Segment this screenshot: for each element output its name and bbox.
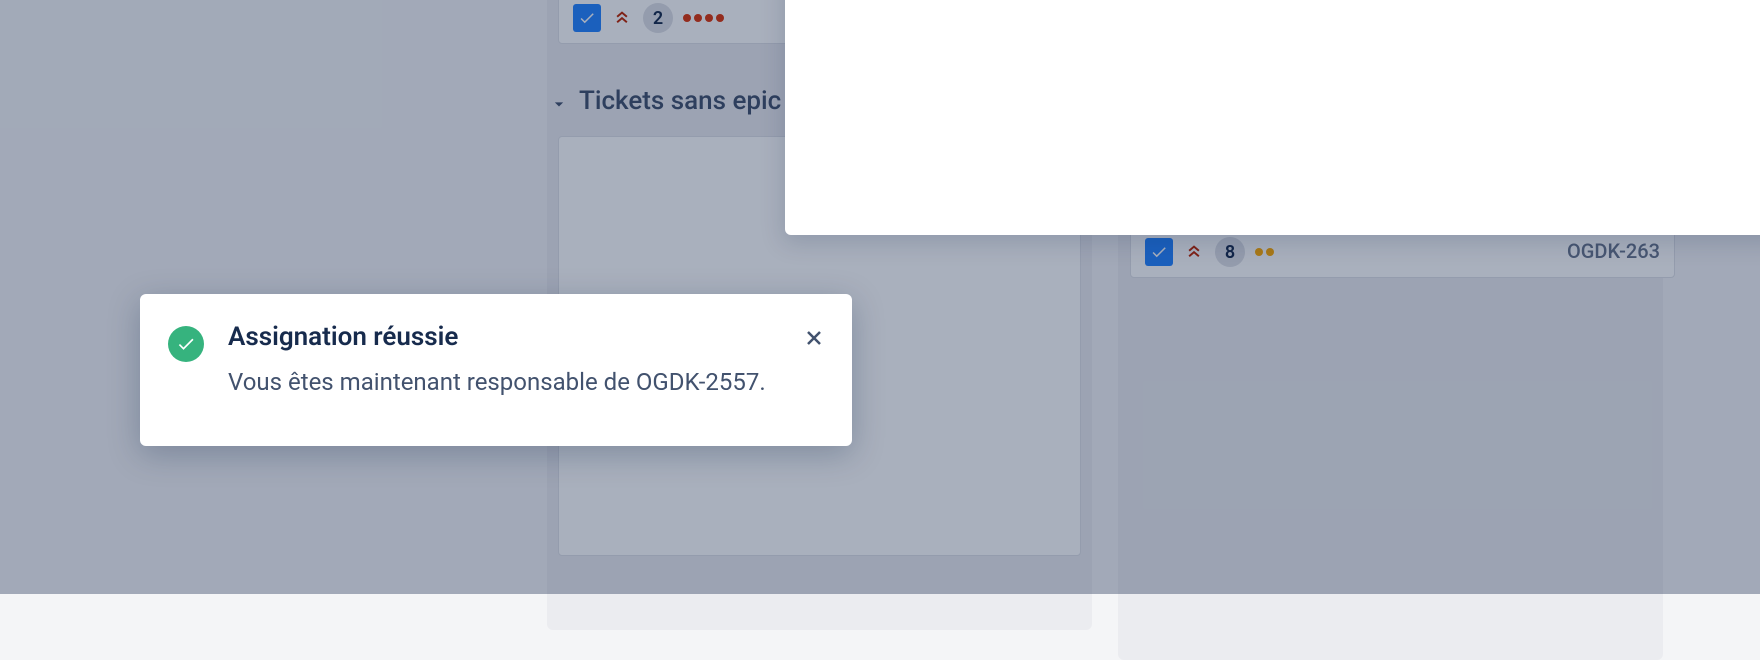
detail-panel (785, 0, 1760, 235)
toast-message: Vous êtes maintenant responsable de OGDK… (228, 366, 776, 400)
toast-title: Assignation réussie (228, 322, 776, 352)
success-toast: Assignation réussie Vous êtes maintenant… (140, 294, 852, 446)
toast-close-button[interactable] (800, 324, 828, 352)
toast-content: Assignation réussie Vous êtes maintenant… (228, 322, 776, 418)
success-check-icon (168, 326, 204, 362)
